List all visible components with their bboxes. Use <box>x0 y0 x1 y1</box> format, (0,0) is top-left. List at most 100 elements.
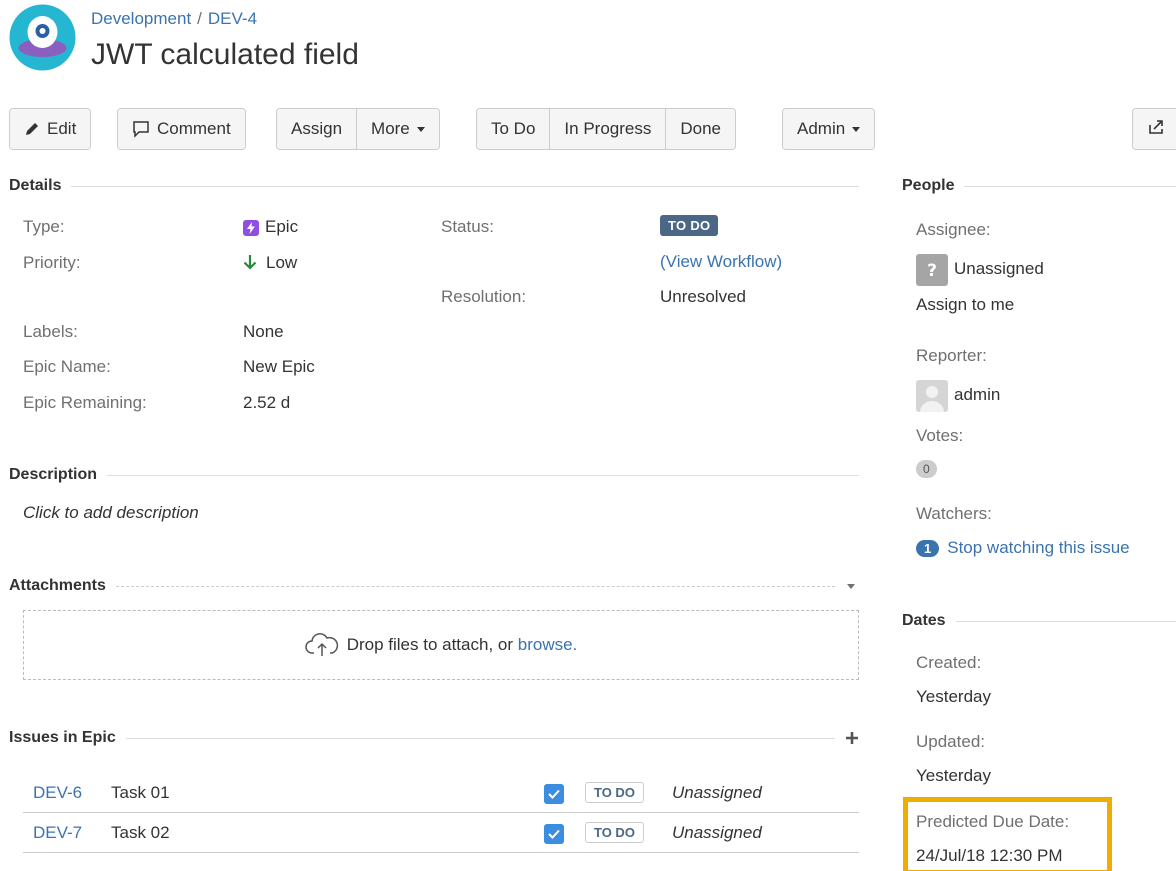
export-icon <box>1147 118 1165 141</box>
issues-in-epic-heading-label: Issues in Epic <box>9 729 116 746</box>
type-label: Type: <box>23 217 65 236</box>
epic-remaining-label: Epic Remaining: <box>23 393 147 412</box>
admin-button[interactable]: Admin <box>783 109 875 149</box>
issue-summary[interactable]: Task 02 <box>111 823 170 843</box>
epic-name-value[interactable]: New Epic <box>243 357 315 377</box>
people-heading-label: People <box>902 177 955 194</box>
comment-label: Comment <box>157 119 231 138</box>
status-badge: TO DO <box>585 782 644 803</box>
workflow-group: To Do In Progress Done <box>476 108 736 150</box>
issues-in-epic-rule <box>125 737 835 739</box>
browse-link[interactable]: browse. <box>518 635 578 655</box>
description-heading-label: Description <box>9 466 98 483</box>
view-workflow-link[interactable]: (View Workflow) <box>660 252 782 272</box>
assign-to-me-link[interactable]: Assign to me <box>916 295 1014 315</box>
in-progress-transition-button[interactable]: In Progress <box>550 109 667 149</box>
resolution-value: Unresolved <box>660 287 746 306</box>
resolution-label: Resolution: <box>441 287 527 306</box>
in-progress-label: In Progress <box>564 119 652 138</box>
epic-remaining-value: 2.52 d <box>243 393 291 412</box>
assign-button[interactable]: Assign <box>277 109 358 149</box>
assign-more-group: Assign More <box>276 108 440 150</box>
details-heading-label: Details <box>9 177 62 194</box>
todo-label: To Do <box>491 119 536 138</box>
assign-label: Assign <box>291 119 343 138</box>
votes-label: Votes: <box>916 426 964 445</box>
svg-text:?: ? <box>927 261 937 281</box>
created-label: Created: <box>916 653 982 672</box>
votes-badge[interactable]: 0 <box>916 458 937 478</box>
checkbox-checked-icon[interactable] <box>544 784 564 804</box>
labels-label: Labels: <box>23 322 78 341</box>
chevron-down-icon[interactable] <box>847 583 855 589</box>
details-heading[interactable]: Details <box>9 177 859 195</box>
watchers-count[interactable]: 1 <box>916 540 940 557</box>
description-placeholder[interactable]: Click to add description <box>23 503 199 523</box>
breadcrumb-project-link[interactable]: Development <box>91 9 191 28</box>
attachments-heading[interactable]: Attachments <box>9 577 859 595</box>
predicted-due-date-label: Predicted Due Date: <box>916 812 1070 831</box>
attachments-rule <box>115 585 835 587</box>
dates-heading[interactable]: Dates <box>902 612 1176 630</box>
stop-watching-link[interactable]: Stop watching this issue <box>947 538 1129 557</box>
comment-group: Comment <box>117 108 246 150</box>
predicted-due-date-value: 24/Jul/18 12:30 PM <box>916 846 1063 865</box>
details-rule <box>71 185 859 187</box>
priority-value: Low <box>243 253 297 275</box>
issue-key-link[interactable]: DEV-6 <box>33 783 82 803</box>
created-value: Yesterday <box>916 687 991 706</box>
people-rule <box>964 185 1176 187</box>
assignee-value: ? Unassigned <box>916 253 1044 286</box>
project-avatar-icon[interactable] <box>9 4 76 71</box>
dates-heading-label: Dates <box>902 612 946 629</box>
unknown-user-avatar-icon: ? <box>916 253 948 286</box>
issue-key-link[interactable]: DEV-7 <box>33 823 82 843</box>
priority-value-text: Low <box>266 253 298 272</box>
people-heading[interactable]: People <box>902 177 1176 195</box>
edit-label: Edit <box>47 119 77 138</box>
breadcrumb-issue-link[interactable]: DEV-4 <box>208 9 257 28</box>
epic-icon <box>243 220 259 236</box>
updated-value: Yesterday <box>916 766 991 785</box>
page-title: JWT calculated field <box>91 38 359 71</box>
status-label: Status: <box>441 217 494 236</box>
cloud-upload-icon <box>304 633 339 657</box>
plus-icon[interactable] <box>845 731 859 745</box>
watchers-label: Watchers: <box>916 504 992 523</box>
admin-label: Admin <box>797 119 846 138</box>
checkbox-checked-icon[interactable] <box>544 824 564 844</box>
pencil-icon <box>24 121 40 137</box>
done-transition-button[interactable]: Done <box>666 109 735 149</box>
table-row: DEV-7 Task 02 TO DO Unassigned <box>23 813 859 853</box>
edit-button[interactable]: Edit <box>10 109 91 149</box>
labels-value[interactable]: None <box>243 322 284 342</box>
more-button[interactable]: More <box>357 109 439 149</box>
chevron-down-icon <box>852 126 861 132</box>
updated-label: Updated: <box>916 732 985 751</box>
issue-assignee: Unassigned <box>672 783 762 802</box>
status-lozenge: TO DO <box>660 215 719 236</box>
description-heading[interactable]: Description <box>9 466 859 484</box>
reporter-value-text[interactable]: admin <box>954 385 1000 404</box>
type-value-text: Epic <box>265 217 299 236</box>
todo-transition-button[interactable]: To Do <box>477 109 551 149</box>
breadcrumb-separator: / <box>197 9 202 28</box>
comment-icon <box>132 120 150 138</box>
more-label: More <box>371 119 410 138</box>
reporter-label: Reporter: <box>916 346 987 365</box>
comment-button[interactable]: Comment <box>118 109 245 149</box>
type-value: Epic <box>243 217 298 237</box>
user-avatar-icon <box>916 379 948 412</box>
dates-rule <box>955 620 1176 622</box>
chevron-down-icon <box>416 126 425 132</box>
share-button[interactable] <box>1133 109 1176 149</box>
arrow-down-icon <box>243 254 257 275</box>
watchers-value: 1 Stop watching this issue <box>916 538 1130 558</box>
done-label: Done <box>680 119 721 138</box>
issue-assignee: Unassigned <box>672 823 762 842</box>
breadcrumb: Development / DEV-4 <box>91 9 257 29</box>
epic-name-label: Epic Name: <box>23 357 111 376</box>
issue-summary[interactable]: Task 01 <box>111 783 170 803</box>
issues-in-epic-heading[interactable]: Issues in Epic <box>9 729 859 747</box>
attachment-dropzone[interactable]: Drop files to attach, or browse. <box>23 610 859 680</box>
